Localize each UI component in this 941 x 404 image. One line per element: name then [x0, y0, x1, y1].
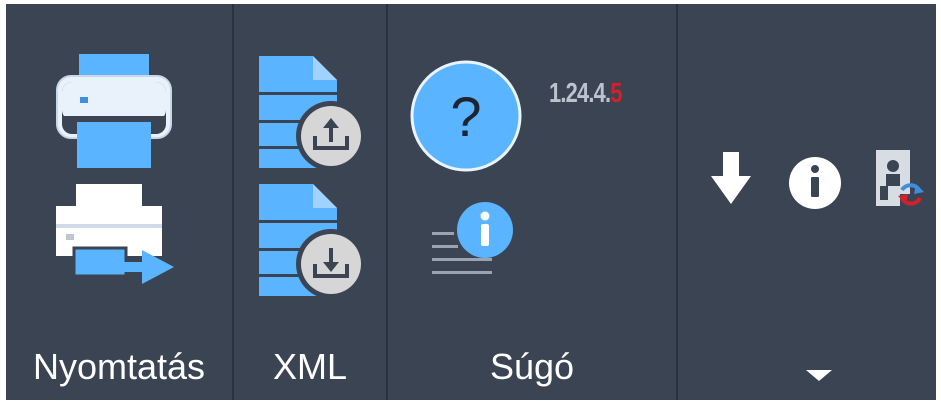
- print-group-label: Nyomtatás: [32, 346, 206, 387]
- print-button[interactable]: [54, 54, 174, 172]
- xml-import-icon: [259, 184, 366, 299]
- printer-export-icon: [56, 184, 174, 284]
- version-label: 1.24.4.5: [549, 77, 622, 109]
- xml-export-icon: [259, 56, 366, 171]
- chevron-down-icon[interactable]: [806, 370, 832, 381]
- info-icon: [789, 157, 841, 209]
- download-arrow-icon: [711, 152, 751, 204]
- about-info-icon: [432, 202, 513, 274]
- xml-import-button[interactable]: [257, 184, 369, 302]
- ribbon-toolbar: Nyomtatás XML Súgó ? 1.24.4.5: [6, 4, 936, 400]
- about-button[interactable]: [430, 200, 516, 286]
- info-button[interactable]: [788, 156, 842, 210]
- xml-group-label: XML: [272, 346, 348, 387]
- version-main: 1.24.4.: [549, 77, 611, 108]
- help-button[interactable]: ?: [410, 60, 522, 172]
- printer-icon: [56, 54, 172, 168]
- version-last-digit: 5: [610, 77, 622, 108]
- xml-export-button[interactable]: [257, 56, 369, 174]
- change-user-icon: [876, 150, 924, 206]
- help-question-icon: ?: [410, 60, 522, 172]
- help-group-label: Súgó: [489, 346, 575, 387]
- xml-group: XML: [234, 4, 386, 400]
- svg-text:?: ?: [450, 85, 481, 148]
- print-group: Nyomtatás: [6, 4, 232, 400]
- change-user-button[interactable]: [868, 148, 924, 210]
- download-button[interactable]: [709, 152, 753, 206]
- print-export-button[interactable]: [54, 184, 176, 296]
